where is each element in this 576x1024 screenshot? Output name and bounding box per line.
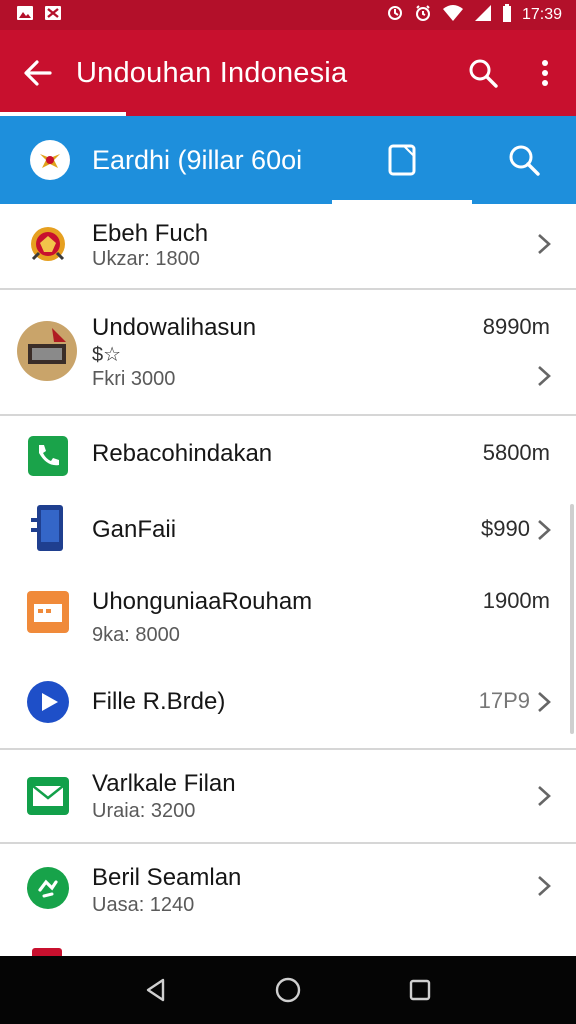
item-subtitle: Fkri 3000 (92, 368, 176, 390)
item-subtitle: Uraia: 3200 (92, 800, 196, 822)
list-item-partial[interactable] (0, 942, 576, 956)
tab-title[interactable]: Eardhi (9illar 60oi (92, 145, 332, 176)
document-icon (388, 144, 416, 176)
sync-icon (386, 4, 404, 27)
phone-icon (26, 434, 70, 478)
item-value: 8990m (482, 314, 550, 339)
tab-bar: Eardhi (9illar 60oi (0, 116, 576, 204)
status-bar: 17:39 (0, 0, 576, 30)
chevron-right-icon (538, 692, 551, 712)
item-value: 17P9 (478, 688, 530, 713)
signal-icon (474, 4, 492, 27)
sync-badge-icon (26, 866, 70, 910)
play-icon (26, 680, 70, 724)
status-right: 17:39 (386, 3, 562, 27)
item-title: Ebeh Fuch (92, 220, 209, 247)
alarm-icon (414, 4, 432, 27)
bag-icon (44, 5, 62, 26)
item-value: $990 (481, 516, 530, 541)
back-button[interactable] (0, 30, 76, 116)
list-item[interactable]: GanFaii $990 (0, 494, 576, 566)
calendar-icon (26, 590, 70, 634)
search-button[interactable] (452, 30, 514, 116)
item-rating: $☆ (92, 344, 122, 366)
tab-documents[interactable] (332, 116, 472, 204)
app-bar: Undouhan Indonesia (0, 30, 576, 116)
more-options-button[interactable] (514, 30, 576, 116)
system-nav-bar (0, 956, 576, 1024)
item-subtitle: 9ka: 8000 (92, 624, 180, 646)
download-list: Ebeh Fuch Ukzar: 1800 Undowalihasun $☆ F… (0, 204, 576, 956)
item-title: Rebacohindakan (92, 440, 273, 467)
chevron-right-icon (538, 366, 551, 386)
nav-home-button[interactable] (263, 965, 313, 1015)
list-item[interactable]: Ebeh Fuch Ukzar: 1800 (0, 204, 576, 288)
partial-item-icon (32, 948, 62, 956)
item-subtitle: Uasa: 1240 (92, 894, 195, 916)
status-time: 17:39 (521, 6, 562, 23)
item-title: Varlkale Filan (92, 770, 236, 797)
item-subtitle: Ukzar: 1800 (92, 248, 200, 270)
item-title: UhonguniaaRouham (92, 588, 313, 615)
tab-search[interactable] (472, 144, 576, 176)
scrollbar-thumb[interactable] (570, 504, 574, 734)
more-vert-icon (542, 60, 548, 86)
status-left (16, 5, 62, 26)
item-title: Fille R.Brde) (92, 688, 226, 715)
chevron-right-icon (538, 876, 551, 896)
chevron-right-icon (538, 786, 551, 806)
chevron-right-icon (538, 520, 551, 540)
photo-thumbnail-icon (16, 320, 78, 382)
item-title: Beril Seamlan (92, 864, 242, 891)
tab-logo (30, 140, 70, 180)
home-circle-icon (275, 977, 301, 1003)
emblem-icon (26, 222, 70, 266)
garuda-logo-icon (40, 154, 60, 168)
item-title: Undowalihasun (92, 314, 257, 341)
item-value: 5800m (482, 440, 550, 465)
list-item[interactable]: Undowalihasun $☆ Fkri 3000 8990m (0, 290, 576, 414)
nav-recents-button[interactable] (395, 965, 445, 1015)
list-item[interactable]: UhonguniaaRouham 9ka: 8000 1900m (0, 568, 576, 664)
mail-icon (26, 774, 70, 818)
wifi-icon (442, 4, 464, 27)
chevron-right-icon (538, 234, 551, 254)
list-item[interactable]: Rebacohindakan 5800m (0, 416, 576, 492)
app-title: Undouhan Indonesia (76, 56, 348, 89)
list-item[interactable]: Varlkale Filan Uraia: 3200 (0, 750, 576, 842)
image-icon (16, 5, 34, 26)
back-triangle-icon (146, 978, 165, 1002)
item-title: GanFaii (92, 516, 177, 543)
list-item[interactable]: Fille R.Brde) 17P9 (0, 666, 576, 746)
item-value: 1900m (482, 588, 550, 613)
device-icon (26, 505, 70, 551)
search-icon (509, 145, 540, 176)
arrow-back-icon (24, 60, 52, 86)
nav-back-button[interactable] (131, 965, 181, 1015)
recents-square-icon (409, 979, 431, 1001)
battery-icon (502, 3, 512, 27)
list-item[interactable]: Beril Seamlan Uasa: 1240 (0, 844, 576, 936)
search-icon (469, 59, 498, 88)
